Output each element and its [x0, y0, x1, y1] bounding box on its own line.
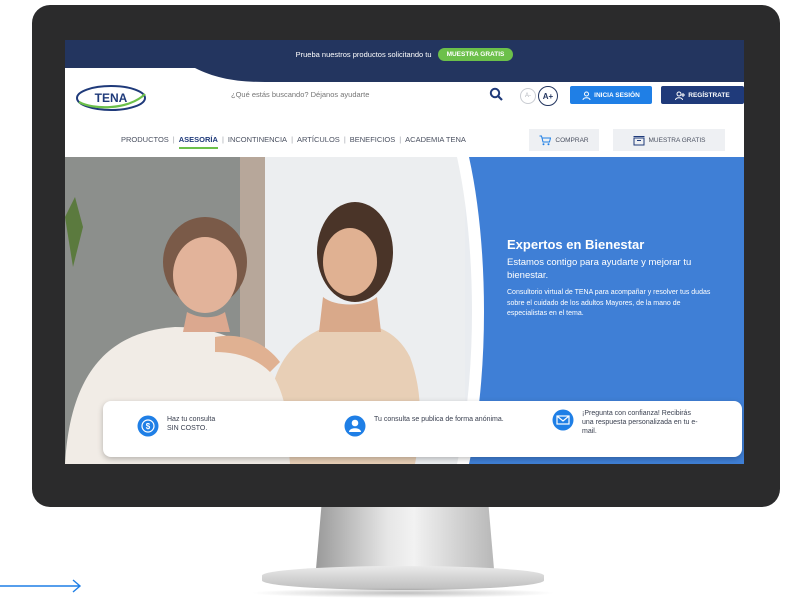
feature-anonymous: Tu consulta se publica de forma anónima.: [344, 415, 504, 437]
monitor-shadow: [250, 588, 556, 598]
register-button[interactable]: REGÍSTRATE: [661, 86, 744, 104]
nav-item-asesoria[interactable]: ASESORÍA: [175, 135, 222, 149]
hero-subtitle: Estamos contigo para ayudarte y mejorar …: [507, 257, 692, 281]
site-header: TENA A- A+ INICIA SESIÓN REGÍSTRATE: [65, 68, 744, 123]
dollar-icon: $: [137, 415, 159, 437]
increase-font-button[interactable]: A+: [538, 86, 558, 106]
free-sample-button[interactable]: MUESTRA GRATIS: [613, 129, 725, 151]
shop-label: COMPRAR: [555, 136, 589, 144]
tena-logo[interactable]: TENA: [73, 84, 149, 112]
search-icon[interactable]: [489, 87, 503, 101]
search-input[interactable]: [223, 84, 489, 105]
feature-personal-answer: ¡Pregunta con confianza! Recibirás una r…: [552, 409, 702, 436]
features-card: $ Haz tu consulta SIN COSTO. Tu consulta…: [103, 401, 742, 457]
promo-bar: Prueba nuestros productos solicitando tu…: [65, 40, 744, 68]
hero-title: Expertos en Bienestar: [507, 237, 645, 252]
search-bar: [223, 84, 503, 106]
login-button[interactable]: INICIA SESIÓN: [570, 86, 652, 104]
promo-text: Prueba nuestros productos solicitando tu: [295, 49, 432, 59]
monitor-screen: Prueba nuestros productos solicitando tu…: [65, 40, 744, 464]
monitor-stand-base: [262, 566, 544, 590]
nav-item-incontinencia[interactable]: INCONTINENCIA: [224, 135, 291, 144]
feature-free-consult: $ Haz tu consulta SIN COSTO.: [137, 415, 297, 437]
monitor-stand-neck: [316, 507, 494, 569]
nav-item-articulos[interactable]: ARTÍCULOS: [293, 135, 344, 144]
feature-anonymous-text: Tu consulta se publica de forma anónima.: [374, 416, 504, 423]
arrow-right-icon: [0, 579, 82, 593]
main-navigation: PRODUCTOS | ASESORÍA | INCONTINENCIA | A…: [65, 123, 744, 157]
nav-item-beneficios[interactable]: BENEFICIOS: [346, 135, 399, 144]
hero-description: Consultorio virtual de TENA para acompañ…: [507, 289, 711, 317]
sample-box-icon: [633, 135, 645, 145]
free-sample-promo-button[interactable]: MUESTRA GRATIS: [437, 47, 514, 61]
shop-button[interactable]: COMPRAR: [529, 129, 599, 151]
feature-personal-answer-text: ¡Pregunta con confianza! Recibirás una r…: [582, 410, 698, 435]
user-outline-icon: [582, 91, 591, 100]
feature-free-consult-text: Haz tu consulta SIN COSTO.: [167, 416, 216, 432]
cart-icon: [539, 135, 552, 145]
svg-text:TENA: TENA: [95, 91, 128, 105]
mail-icon: [552, 409, 574, 431]
decrease-font-button[interactable]: A-: [520, 88, 536, 104]
user-icon: [344, 415, 366, 437]
login-label: INICIA SESIÓN: [594, 91, 640, 99]
nav-item-academia-tena[interactable]: ACADEMIA TENA: [401, 135, 470, 144]
svg-text:$: $: [146, 422, 151, 431]
register-label: REGÍSTRATE: [688, 91, 730, 99]
nav-item-productos[interactable]: PRODUCTOS: [117, 135, 173, 144]
hero-text-block: Expertos en Bienestar Estamos contigo pa…: [507, 237, 717, 320]
add-user-icon: [675, 91, 686, 100]
free-sample-label: MUESTRA GRATIS: [648, 136, 706, 144]
